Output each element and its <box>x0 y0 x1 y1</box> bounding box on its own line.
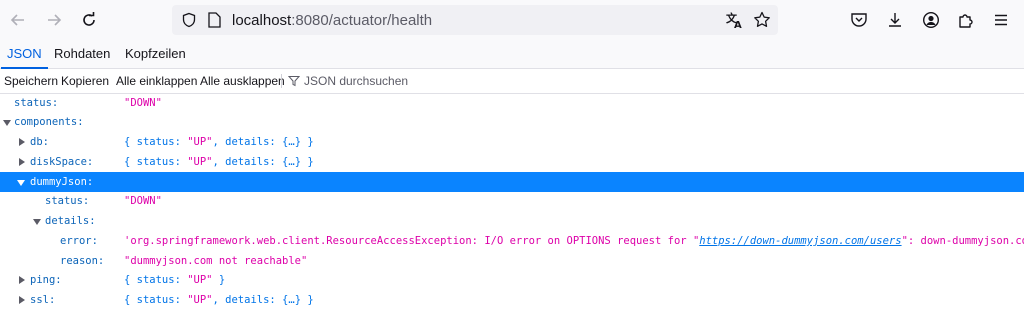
collapse-all-button[interactable]: Alle einklappen <box>116 69 197 93</box>
expand-caret-icon[interactable] <box>33 219 41 225</box>
value-error-suffix: ": down-dummyjson.com' <box>901 235 1024 247</box>
translate-icon[interactable]: 文A <box>725 10 745 30</box>
value-db-open: { status: <box>124 136 188 148</box>
page-icon[interactable] <box>206 11 222 29</box>
value-disk-close: , details: {…} } <box>212 156 314 168</box>
value-ssl-status: "UP" <box>187 294 213 306</box>
key-diskspace: diskSpace: <box>30 156 94 168</box>
collapsed-caret-icon[interactable] <box>19 158 25 166</box>
key-details: details: <box>45 215 96 227</box>
value-ssl: { status: "UP", details: {…} } <box>124 290 314 310</box>
value-disk-open: { status: <box>124 156 188 168</box>
value-ping-status: "UP" <box>187 274 213 286</box>
expand-all-button[interactable]: Alle ausklappen <box>200 69 285 93</box>
error-url-link[interactable]: https://down-dummyjson.com/users <box>699 235 901 247</box>
key-reason: reason: <box>60 255 105 267</box>
tree-row-details[interactable]: details: <box>0 211 1024 231</box>
key-dummy-status: status: <box>45 195 90 207</box>
tab-headers[interactable]: Kopfzeilen <box>125 40 186 68</box>
tree-row-error[interactable]: error: 'org.springframework.web.client.R… <box>0 231 1024 251</box>
save-button[interactable]: Speichern <box>4 69 58 93</box>
browser-toolbar: localhost:8080/actuator/health 文A <box>0 0 1024 40</box>
tree-row-ssl[interactable]: ssl: { status: "UP", details: {…} } <box>0 290 1024 310</box>
filter-icon <box>287 74 301 88</box>
account-icon[interactable] <box>921 10 941 30</box>
url-path: :8080/actuator/health <box>291 12 433 29</box>
value-ping-open: { status: <box>124 274 188 286</box>
key-error: error: <box>60 235 98 247</box>
value-diskspace: { status: "UP", details: {…} } <box>124 152 314 172</box>
svg-text:A: A <box>734 20 742 29</box>
value-dummy-status: "DOWN" <box>124 195 162 207</box>
viewer-tabs: JSON Rohdaten Kopfzeilen <box>0 40 1024 69</box>
tree-row-components[interactable]: components: <box>0 112 1024 132</box>
pocket-icon[interactable] <box>849 10 869 30</box>
back-icon[interactable] <box>6 8 30 32</box>
reload-icon[interactable] <box>77 8 101 32</box>
key-status: status: <box>14 97 59 109</box>
value-reason: "dummyjson.com not reachable" <box>124 255 308 267</box>
tree-row-status[interactable]: status: "DOWN" <box>0 93 1024 113</box>
expand-caret-icon[interactable] <box>17 180 25 186</box>
value-disk-status: "UP" <box>187 156 213 168</box>
tree-row-reason[interactable]: reason: "dummyjson.com not reachable" <box>0 251 1024 271</box>
value-db: { status: "UP", details: {…} } <box>124 132 314 152</box>
expand-caret-icon[interactable] <box>3 120 11 126</box>
key-ping: ping: <box>30 274 62 286</box>
json-toolbar: Speichern Kopieren Alle einklappen Alle … <box>0 69 1024 94</box>
key-ssl: ssl: <box>30 294 56 306</box>
bookmark-star-icon[interactable] <box>752 10 772 30</box>
collapsed-caret-icon[interactable] <box>19 138 25 146</box>
value-db-status: "UP" <box>187 136 213 148</box>
forward-icon[interactable] <box>42 8 66 32</box>
copy-button[interactable]: Kopieren <box>61 69 109 93</box>
tree-row-ping[interactable]: ping: { status: "UP" } <box>0 270 1024 290</box>
value-error-prefix: 'org.springframework.web.client.Resource… <box>124 235 700 247</box>
value-status: "DOWN" <box>124 97 162 109</box>
json-filter-input[interactable]: JSON durchsuchen <box>304 69 408 93</box>
tree-row-dummyjson[interactable]: dummyJson: <box>0 172 1024 192</box>
collapsed-caret-icon[interactable] <box>19 276 25 284</box>
value-db-close: , details: {…} } <box>212 136 314 148</box>
value-error: 'org.springframework.web.client.Resource… <box>124 231 1024 251</box>
tree-row-diskspace[interactable]: diskSpace: { status: "UP", details: {…} … <box>0 152 1024 172</box>
value-ping-close: } <box>212 274 226 286</box>
menu-icon[interactable] <box>991 10 1011 30</box>
extensions-icon[interactable] <box>956 10 976 30</box>
tab-raw-data[interactable]: Rohdaten <box>54 40 110 68</box>
tree-row-dummy-status[interactable]: status: "DOWN" <box>0 191 1024 211</box>
value-ping: { status: "UP" } <box>124 270 225 290</box>
value-ssl-open: { status: <box>124 294 188 306</box>
tree-row-db[interactable]: db: { status: "UP", details: {…} } <box>0 132 1024 152</box>
key-dummyjson: dummyJson: <box>30 176 94 188</box>
collapsed-caret-icon[interactable] <box>19 296 25 304</box>
toolbar-divider <box>281 74 282 88</box>
url-text[interactable]: localhost:8080/actuator/health <box>232 12 432 29</box>
value-ssl-close: , details: {…} } <box>212 294 314 306</box>
key-db: db: <box>30 136 49 148</box>
download-icon[interactable] <box>885 10 905 30</box>
shield-icon[interactable] <box>180 11 198 29</box>
key-components: components: <box>14 116 84 128</box>
address-bar[interactable]: localhost:8080/actuator/health 文A <box>172 5 778 35</box>
tab-json[interactable]: JSON <box>1 40 48 69</box>
url-host: localhost <box>232 12 292 29</box>
